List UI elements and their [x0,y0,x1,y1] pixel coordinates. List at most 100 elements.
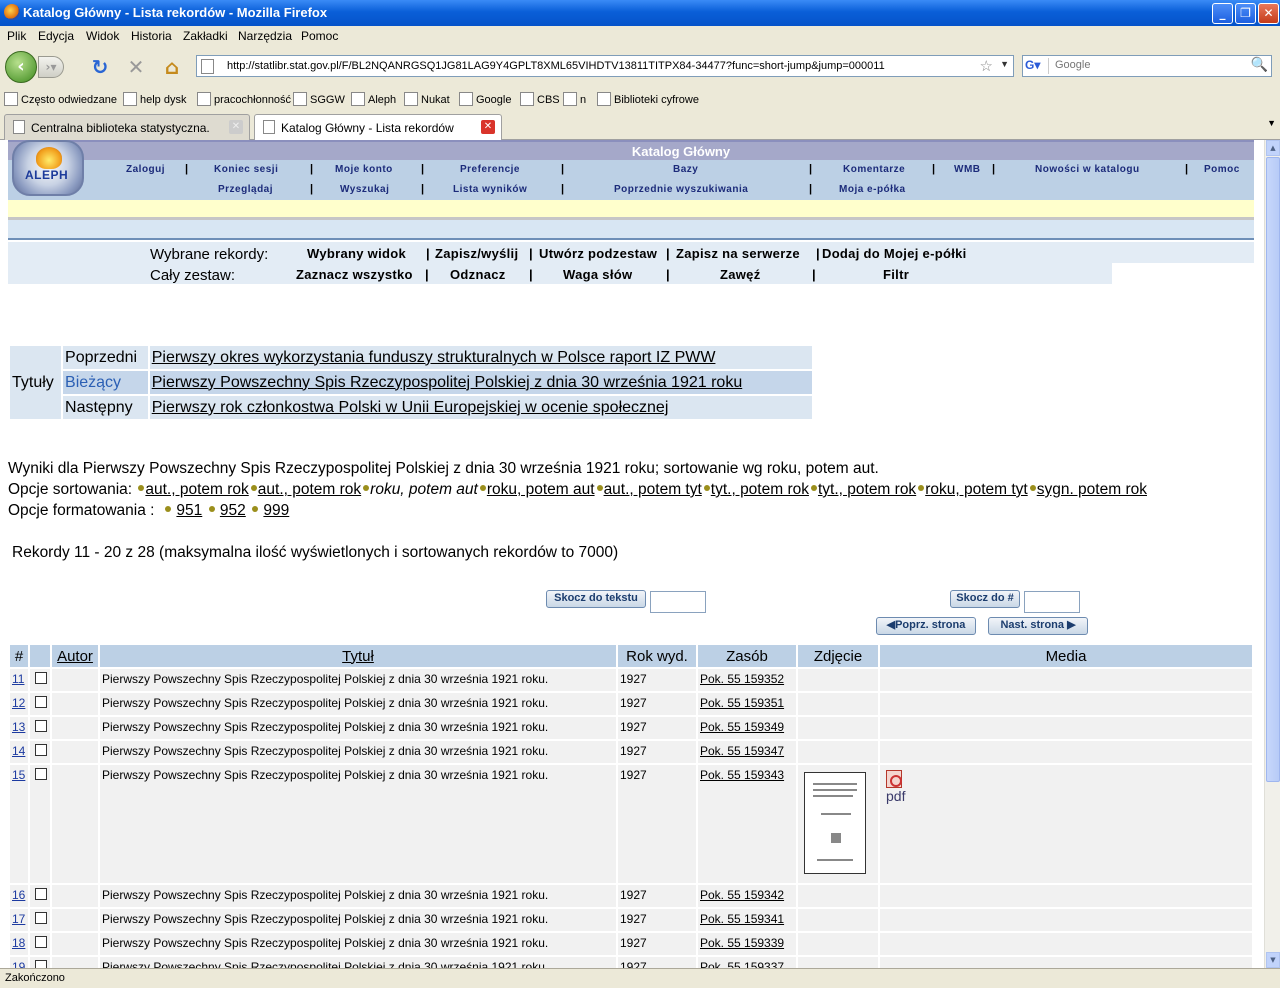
wybrany-widok-link[interactable]: Wybrany widok [307,246,406,261]
next-title-link[interactable]: Pierwszy rok członkostwa Polski w Unii E… [152,399,669,416]
row-checkbox[interactable] [35,888,47,900]
current-title-link[interactable]: Pierwszy Powszechny Spis Rzeczypospolite… [152,374,743,391]
jump-to-number-button[interactable]: Skocz do # [950,590,1020,608]
nav-moja-epolka[interactable]: Moja e-półka [839,184,906,195]
cover-thumbnail[interactable] [804,772,866,874]
menu-pomoc[interactable]: Pomoc [301,29,338,43]
zapisz-wyslij-link[interactable]: Zapisz/wyślij [435,246,518,261]
row-holding-link[interactable]: Pok. 55 159337 [700,960,784,968]
row-number-link[interactable]: 13 [12,720,25,734]
row-holding-link[interactable]: Pok. 55 159343 [700,768,784,782]
scroll-thumb[interactable] [1266,157,1280,782]
format-option-952[interactable]: 952 [220,502,246,519]
sort-option-link[interactable]: tyt., potem rok [711,481,809,498]
close-tab-icon[interactable]: ✕ [229,120,243,134]
menu-plik[interactable]: Plik [7,29,26,43]
row-number-link[interactable]: 18 [12,936,25,950]
nav-koniec-sesji[interactable]: Koniec sesji [214,164,278,175]
row-number-link[interactable]: 17 [12,912,25,926]
minimize-button[interactable]: _ [1212,3,1233,24]
menu-widok[interactable]: Widok [86,29,119,43]
back-button[interactable]: ‹ [5,51,37,83]
row-number-link[interactable]: 19 [12,960,25,968]
nav-nowosci[interactable]: Nowości w katalogu [1035,164,1140,175]
reload-icon[interactable]: ↻ [88,56,112,78]
sort-option-link[interactable]: sygn. potem rok [1037,481,1147,498]
jump-to-text-button[interactable]: Skocz do tekstu [546,590,646,608]
col-author[interactable]: Autor [52,645,98,667]
row-holding-link[interactable]: Pok. 55 159342 [700,888,784,902]
prev-page-button[interactable]: ◀Poprz. strona [876,617,976,635]
format-option-951[interactable]: 951 [176,502,202,519]
bookmark-pracochlonnosc[interactable]: pracochłonność [197,92,291,106]
row-number-link[interactable]: 16 [12,888,25,902]
row-holding-link[interactable]: Pok. 55 159352 [700,672,784,686]
zawez-link[interactable]: Zawęź [720,267,761,282]
bookmark-star-icon[interactable]: ☆ [980,57,993,75]
filtr-link[interactable]: Filtr [883,267,909,282]
url-bar[interactable]: ☆ ▼ [196,55,1014,77]
row-number-link[interactable]: 15 [12,768,25,782]
bookmark-biblioteki-cyfrowe[interactable]: Biblioteki cyfrowe [597,92,699,106]
bookmark-cbs[interactable]: CBS [520,92,560,106]
menu-narzedzia[interactable]: Narzędzia [238,29,292,43]
row-holding-link[interactable]: Pok. 55 159347 [700,744,784,758]
row-checkbox[interactable] [35,720,47,732]
row-holding-link[interactable]: Pok. 55 159341 [700,912,784,926]
nav-przegladaj[interactable]: Przeglądaj [218,184,273,195]
bookmark-aleph[interactable]: Aleph [351,92,396,106]
prev-title-link[interactable]: Pierwszy okres wykorzystania funduszy st… [152,349,716,366]
nav-wyszukaj[interactable]: Wyszukaj [340,184,389,195]
sort-option-link[interactable]: tyt., potem rok [818,481,916,498]
row-number-link[interactable]: 14 [12,744,25,758]
row-holding-link[interactable]: Pok. 55 159339 [700,936,784,950]
dodaj-do-epolki-link[interactable]: Dodaj do Mojej e-półki [822,246,967,261]
menu-edycja[interactable]: Edycja [38,29,74,43]
zaznacz-wszystko-link[interactable]: Zaznacz wszystko [296,267,413,282]
next-page-button[interactable]: Nast. strona ▶ [988,617,1088,635]
odznacz-link[interactable]: Odznacz [450,267,506,282]
aleph-logo[interactable]: ALEPH [12,140,84,196]
zapisz-na-serwerze-link[interactable]: Zapisz na serwerze [676,246,800,261]
tab-centralna-biblioteka[interactable]: Centralna biblioteka statystyczna. ✕ [4,114,250,140]
pdf-icon[interactable] [886,770,902,788]
url-dropdown-icon[interactable]: ▼ [1000,59,1009,69]
sort-option-link[interactable]: roku, potem tyt [925,481,1028,498]
maximize-button[interactable]: ❐ [1235,3,1256,24]
tab-list-icon[interactable]: ▼ [1267,118,1276,128]
row-checkbox[interactable] [35,936,47,948]
col-title[interactable]: Tytuł [100,645,616,667]
row-number-link[interactable]: 11 [12,672,24,686]
row-checkbox[interactable] [35,696,47,708]
row-checkbox[interactable] [35,744,47,756]
sort-option-link[interactable]: roku, potem aut [487,481,595,498]
sort-option-link[interactable]: aut., potem rok [145,481,248,498]
nav-lista-wynikow[interactable]: Lista wyników [453,184,527,195]
row-number-link[interactable]: 12 [12,696,25,710]
pdf-link[interactable]: pdf [886,788,905,804]
bookmark-nukat[interactable]: Nukat [404,92,450,106]
menu-historia[interactable]: Historia [131,29,172,43]
bookmark-czesto-odwiedzane[interactable]: Często odwiedzane [4,92,117,106]
nav-poprzednie-wyszukiwania[interactable]: Poprzednie wyszukiwania [614,184,748,195]
bookmark-n[interactable]: n [563,92,586,106]
nav-pomoc[interactable]: Pomoc [1204,164,1240,175]
jump-to-text-input[interactable] [650,591,706,613]
scroll-down-icon[interactable]: ▼ [1266,952,1280,968]
bookmark-google[interactable]: Google [459,92,511,106]
format-option-999[interactable]: 999 [263,502,289,519]
row-checkbox[interactable] [35,960,47,968]
nav-preferencje[interactable]: Preferencje [460,164,520,175]
tab-katalog-glowny[interactable]: Katalog Główny - Lista rekordów ✕ [254,114,502,140]
home-icon[interactable]: ⌂ [160,56,184,78]
nav-bazy[interactable]: Bazy [673,164,698,175]
search-box[interactable]: G▾ 🔍 [1022,55,1272,77]
row-checkbox[interactable] [35,768,47,780]
row-checkbox[interactable] [35,672,47,684]
menu-zakladki[interactable]: Zakładki [183,29,228,43]
stop-icon[interactable]: ✕ [124,56,148,78]
bookmark-sggw[interactable]: SGGW [293,92,345,106]
utworz-podzestaw-link[interactable]: Utwórz podzestaw [539,246,657,261]
nav-zaloguj[interactable]: Zaloguj [126,164,165,175]
waga-slow-link[interactable]: Waga słów [563,267,632,282]
